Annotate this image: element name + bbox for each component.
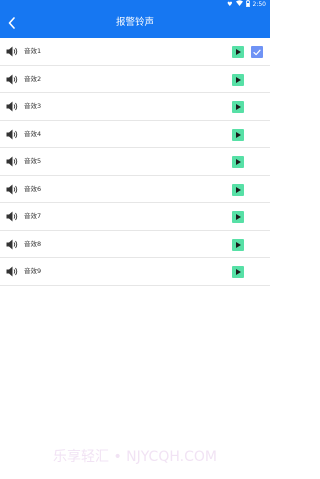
speaker-icon (6, 156, 18, 167)
play-icon (236, 241, 241, 248)
status-time: 2:50 (252, 1, 266, 8)
sound-item-4[interactable]: 音效4 (0, 120, 270, 148)
play-button[interactable] (232, 266, 244, 278)
play-icon (236, 76, 241, 83)
play-icon (236, 104, 241, 110)
sound-list: 音效1 音效2 音效3 音效4 音效5 音效6 音效7 音效8 音效9 (0, 38, 270, 286)
speaker-icon (6, 184, 18, 194)
chevron-left-icon (8, 17, 15, 29)
play-icon (236, 159, 241, 165)
checkmark-icon (253, 49, 261, 55)
sound-item-8[interactable]: 音效8 (0, 230, 270, 258)
speaker-icon (6, 101, 18, 112)
play-button[interactable] (232, 73, 244, 86)
sound-label: 音效3 (24, 102, 42, 110)
sound-item-9[interactable]: 音效9 (0, 258, 270, 286)
sound-label: 音效4 (24, 129, 42, 138)
play-button[interactable] (232, 238, 244, 251)
sound-label: 音效6 (24, 184, 42, 193)
sound-item-1[interactable]: 音效1 (0, 38, 270, 66)
sound-label: 音效7 (24, 212, 42, 220)
status-bar: ♥ 2:50 (0, 0, 270, 9)
speaker-icon (6, 129, 18, 139)
watermark: 乐享轻汇 • NJYCQH.COM (53, 449, 217, 465)
speaker-icon (6, 211, 18, 222)
selected-checkbox[interactable] (251, 46, 263, 58)
back-button[interactable] (2, 13, 22, 33)
sound-item-3[interactable]: 音效3 (0, 93, 270, 121)
play-icon (236, 214, 241, 220)
play-icon (236, 131, 241, 138)
play-button[interactable] (232, 156, 244, 168)
sound-label: 音效8 (24, 239, 42, 248)
sound-item-2[interactable]: 音效2 (0, 65, 270, 93)
page-title: 报警铃声 (115, 17, 154, 28)
play-button[interactable] (232, 211, 244, 223)
play-button[interactable] (232, 46, 244, 58)
speaker-icon (6, 46, 18, 57)
play-button[interactable] (232, 128, 244, 141)
app-header: 报警铃声 (0, 9, 270, 38)
play-button[interactable] (232, 183, 244, 196)
sound-label: 音效2 (24, 74, 42, 83)
sound-label: 音效5 (24, 157, 42, 165)
wifi-icon (235, 0, 243, 9)
play-button[interactable] (232, 101, 244, 113)
play-icon (236, 186, 241, 193)
status-icons: ♥ 2:50 (227, 0, 266, 9)
sound-item-6[interactable]: 音效6 (0, 175, 270, 203)
play-icon (236, 269, 241, 275)
sound-item-5[interactable]: 音效5 (0, 148, 270, 176)
play-icon (236, 49, 241, 55)
speaker-icon (6, 266, 18, 277)
sound-item-7[interactable]: 音效7 (0, 203, 270, 231)
sound-label: 音效1 (24, 47, 42, 55)
speaker-icon (6, 239, 18, 249)
speaker-icon (6, 74, 18, 84)
sound-label: 音效9 (24, 267, 42, 275)
heart-icon: ♥ (227, 1, 233, 8)
